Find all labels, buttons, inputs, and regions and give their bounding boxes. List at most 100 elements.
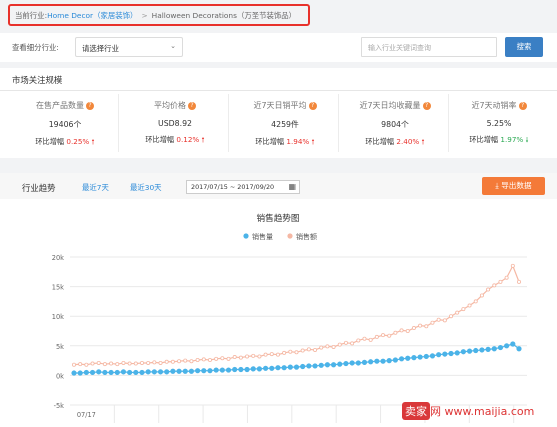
section-title: 市场关注规模 — [12, 75, 63, 85]
breadcrumb-home-decor[interactable]: Home Decor（家居装饰） — [47, 10, 137, 21]
legend-label: 销售量 — [252, 232, 273, 241]
export-button[interactable]: ⤓ 导出数据 — [482, 177, 545, 195]
data-point — [449, 314, 454, 319]
tab-last-7-days[interactable]: 最近7天 — [82, 182, 109, 193]
data-point — [214, 356, 219, 361]
metric-name: 近7天日销平均 — [253, 101, 307, 110]
data-point — [96, 360, 101, 365]
data-point — [343, 340, 348, 345]
data-point — [188, 368, 195, 374]
search-input[interactable]: 输入行业关键词查询 — [361, 37, 497, 57]
data-point — [262, 365, 269, 371]
help-icon[interactable]: ? — [518, 102, 527, 110]
data-point — [84, 362, 89, 367]
y-tick-label: 15k — [52, 284, 64, 292]
data-point — [120, 369, 127, 375]
data-point — [330, 362, 337, 368]
data-point — [374, 358, 380, 364]
data-point — [133, 361, 138, 366]
data-point — [115, 362, 120, 367]
y-tick-label: -5k — [54, 402, 65, 410]
trend-section: 行业趋势 最近7天 最近30天 2017/07/15 ~ 2017/09/20 … — [0, 173, 557, 427]
data-point — [479, 347, 485, 353]
data-point — [504, 275, 509, 280]
change-value: 2.40% — [396, 137, 420, 146]
data-point — [282, 350, 287, 355]
change-label: 环比增幅 — [35, 137, 65, 146]
help-icon[interactable]: ? — [86, 102, 94, 110]
data-point — [127, 369, 133, 376]
data-point — [491, 346, 497, 352]
industry-select-value: 请选择行业 — [82, 44, 119, 53]
help-icon[interactable]: ? — [188, 102, 196, 110]
data-point — [201, 368, 207, 374]
data-point — [331, 344, 336, 349]
data-point — [405, 355, 411, 361]
data-point — [195, 358, 200, 363]
data-point — [77, 370, 83, 376]
arrow-up-icon: 🠕 — [201, 135, 205, 144]
data-point — [89, 369, 96, 376]
divider — [228, 94, 229, 152]
data-point — [461, 307, 466, 312]
data-point — [281, 365, 287, 371]
data-point — [257, 354, 262, 359]
help-icon[interactable]: ? — [308, 102, 317, 110]
data-point — [361, 359, 368, 365]
data-point — [182, 368, 188, 374]
data-point — [269, 365, 275, 371]
trend-title: 行业趋势 — [22, 183, 56, 193]
data-point — [467, 303, 472, 308]
data-point — [411, 355, 417, 361]
metric-value: 19406个 — [48, 120, 82, 129]
data-point — [442, 351, 448, 357]
metric-name: 平均价格 — [154, 101, 186, 110]
change-label: 环比增幅 — [469, 135, 499, 144]
watermark: 卖家网 www.maijia.com — [402, 402, 550, 422]
data-point — [510, 263, 515, 268]
data-point — [83, 369, 89, 376]
y-tick-label: 10k — [52, 313, 64, 321]
data-point — [287, 364, 293, 370]
data-point — [245, 354, 250, 359]
watermark-text: 网 www.maijia.com — [430, 405, 535, 418]
data-point — [337, 342, 342, 347]
watermark-logo: 卖家 — [402, 402, 430, 420]
data-point — [207, 358, 212, 363]
metric-daily-sales: 近7天日销平均? 4259件 环比增幅 1.94% 🠕 — [230, 100, 340, 149]
search-button[interactable]: 搜索 — [505, 37, 543, 57]
metric-favorites: 近7天日均收藏量? 9804个 环比增幅 2.40% 🠕 — [340, 100, 450, 149]
change-value: 0.25% — [66, 137, 90, 146]
data-point — [71, 370, 77, 376]
filter-bar: 查看细分行业: 请选择行业 ⌄ 输入行业关键词查询 搜索 — [0, 33, 557, 62]
data-point — [392, 357, 398, 363]
metric-products: 在售产品数量? 19406个 环比增幅 0.25% 🠕 — [10, 100, 120, 149]
data-point — [517, 279, 522, 284]
tab-last-30-days[interactable]: 最近30天 — [130, 182, 162, 193]
data-point — [263, 352, 268, 357]
sales-trend-chart: 销售趋势图销售量 销售额 20k 15k 10k 5k 0k -5k 07/17 — [52, 212, 527, 423]
data-point — [325, 344, 330, 349]
change-value: 1.97% — [500, 135, 524, 144]
data-point — [398, 356, 405, 362]
data-point — [232, 366, 238, 373]
data-point — [318, 362, 324, 368]
data-point — [313, 347, 318, 352]
data-point — [96, 369, 102, 375]
data-point — [145, 369, 151, 375]
data-point — [201, 357, 206, 362]
industry-select[interactable]: 请选择行业 ⌄ — [75, 37, 183, 57]
data-point — [497, 344, 504, 351]
data-point — [176, 368, 182, 374]
help-icon[interactable]: ? — [422, 102, 431, 110]
date-range-value: 2017/07/15 ~ 2017/09/20 — [191, 183, 275, 191]
legend-label: 销售额 — [296, 232, 317, 241]
chart-title: 销售趋势图 — [257, 212, 300, 224]
divider — [0, 90, 557, 91]
data-point — [108, 369, 114, 376]
data-point — [293, 364, 300, 370]
data-point — [418, 323, 423, 328]
data-point — [288, 349, 293, 354]
date-range-picker[interactable]: 2017/07/15 ~ 2017/09/20 ▦ — [186, 180, 300, 194]
calendar-icon: ▦ — [288, 182, 296, 191]
